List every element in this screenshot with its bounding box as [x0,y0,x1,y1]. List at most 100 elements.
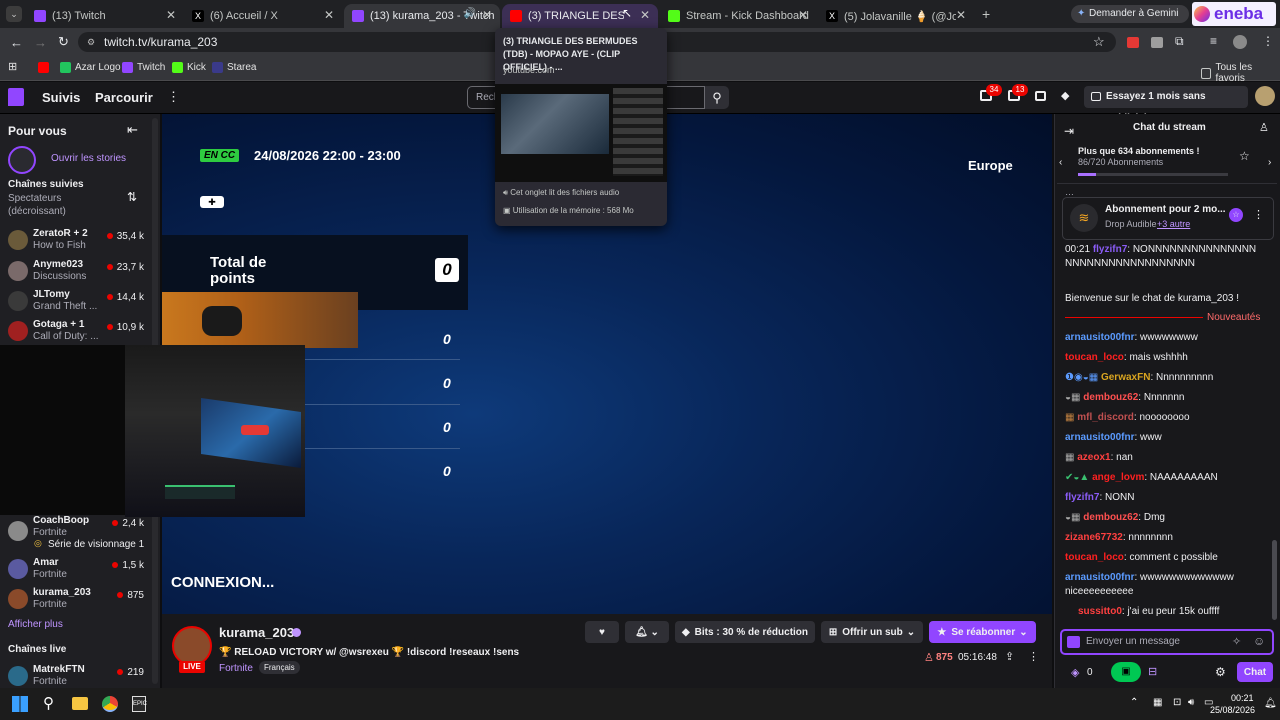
bits-discount-button[interactable]: ◆ Bits : 30 % de réduction [675,621,815,643]
new-tab-button[interactable]: + [982,6,990,22]
browser-menu-icon[interactable]: ⋮ [1262,34,1274,48]
collapse-sidebar-icon[interactable]: ⇤ [127,122,138,138]
more-options-icon[interactable]: ⋮ [1028,650,1039,663]
drop-menu-icon[interactable]: ⋮ [1253,208,1264,221]
notifications-bell-button[interactable]: 🔔︎ ⌄ [625,621,669,643]
resubscribe-button[interactable]: ★ Se réabonner ⌄ [929,621,1036,643]
sort-icon[interactable]: ⇅ [127,190,137,204]
network-icon[interactable]: ⊡ [1173,697,1181,708]
game-link[interactable]: Fortnite [219,663,253,674]
more-menu-icon[interactable]: ⋮ [167,89,180,105]
file-explorer-icon[interactable] [72,697,88,710]
notification-bell-icon[interactable]: 🔔︎ [1264,698,1277,709]
bookmark-twitch[interactable]: Twitch [122,62,165,73]
chevron-left-icon[interactable]: ‹ [1059,157,1062,168]
follow-heart-button[interactable]: ♥ [585,621,619,643]
taskbar-time[interactable]: 00:21 [1231,693,1254,703]
reading-list-icon[interactable]: ≡ [1210,34,1217,48]
whispers-icon[interactable] [1035,91,1046,101]
chat-username[interactable]: sussitto0 [1078,606,1122,617]
chat-username[interactable]: ange_lovm [1092,472,1144,483]
chat-username[interactable]: dembouz62 [1083,392,1138,403]
tab-jolavanille[interactable]: X (5) Jolavanille 🍦 (@JoLaVanille✕ [818,4,974,28]
tray-chevron-icon[interactable]: ⌃ [1130,697,1138,708]
chat-scrollbar[interactable] [1272,540,1277,620]
taskbar-date[interactable]: 25/08/2026 [1210,705,1255,715]
profile-avatar[interactable] [1233,35,1247,49]
star-icon[interactable]: ☆ [1239,149,1250,163]
bits-icon[interactable]: ◆ [1061,89,1069,102]
chat-username[interactable]: azeox1 [1077,452,1110,463]
chat-username[interactable]: flyzifn7 [1065,492,1099,503]
extension-icon-grey[interactable] [1151,37,1163,48]
site-info-icon[interactable]: ⚙ [87,32,95,52]
speaker-icon[interactable]: 🔊 [464,8,476,19]
tab-twitch[interactable]: (13) Twitch ✕ [26,4,184,28]
tab-search-button[interactable]: ⌄ [6,6,22,22]
extensions-puzzle-icon[interactable]: ⧉ [1175,34,1184,49]
tab-kick-dashboard[interactable]: Stream - Kick Dashboard ✕ [660,4,816,28]
bookmark-star-icon[interactable]: ☆ [1093,34,1105,50]
nav-following[interactable]: Suivis [42,90,80,105]
tab-youtube-bermudes[interactable]: (3) TRIANGLE DES BERMUDES ✕ [502,4,658,28]
chat-users-icon[interactable]: ♙ [1259,121,1269,134]
forward-icon[interactable]: → [34,35,47,50]
gift-sub-button[interactable]: ⊞ Offrir un sub ⌄ [821,621,923,643]
sidebar-channel[interactable]: JLTomy Grand Theft ... 14,4 k [8,289,148,319]
collapse-chat-icon[interactable]: ⇥ [1064,124,1074,138]
chat-username[interactable]: toucan_loco [1065,352,1124,363]
sidebar-channel[interactable]: CoachBoop Fortnite 2,4 k ◎ Série de visionna… [8,515,148,555]
streamer-avatar[interactable] [172,626,212,666]
chat-send-button[interactable]: Chat [1237,662,1273,682]
search-button[interactable]: ⚲ [705,86,729,109]
channel-points-icon[interactable]: ◈ [1071,666,1079,679]
user-avatar[interactable] [1255,86,1275,106]
drop-more-link[interactable]: +3 autre [1157,219,1190,229]
tab-x-home[interactable]: X (6) Accueil / X ✕ [184,4,342,28]
sparkle-icon[interactable]: ✧ [1232,635,1241,648]
close-icon[interactable]: ✕ [482,8,492,22]
drop-card[interactable]: ≋ Abonnement pour 2 mo... Drop Audible +… [1062,197,1274,240]
bookmark-youtube[interactable] [38,62,49,73]
chat-badge-icon[interactable] [1067,636,1080,648]
close-icon[interactable]: ✕ [166,8,176,22]
tab-kurama-twitch[interactable]: (13) kurama_203 - Twitch 🔊 ✕ [344,4,500,28]
all-favorites[interactable]: Tous les favoris [1201,62,1280,84]
nav-browse[interactable]: Parcourir [95,90,153,105]
chat-username[interactable]: mfl_discord [1077,412,1134,423]
channel-name[interactable]: kurama_203 [219,625,294,640]
close-icon[interactable]: ✕ [324,8,334,22]
chat-username[interactable]: arnausito00fnr [1065,332,1134,343]
sidebar-channel[interactable]: ZeratoR + 2 How to Fish 35,4 k [8,228,148,258]
stories-avatar[interactable] [8,146,36,174]
bookmark-kick[interactable]: Kick [172,62,206,73]
taskbar-search-icon[interactable]: ⚲ [43,694,54,712]
volume-icon[interactable]: 🔊︎ [1188,697,1194,708]
reload-icon[interactable]: ↻ [58,34,69,50]
epic-games-icon[interactable]: EPIC [132,696,147,712]
sidebar-channel[interactable]: kurama_203 Fortnite 875 [8,587,148,617]
chat-settings-icon[interactable]: ⚙ [1215,665,1226,679]
chat-username[interactable]: arnausito00fnr [1065,432,1134,443]
predictions-icon[interactable]: ⊟ [1148,665,1157,678]
bookmark-azar[interactable]: Azar Logo [60,62,121,73]
chrome-icon[interactable] [102,696,118,712]
chat-input[interactable]: Envoyer un message ✧ ☺ [1060,629,1274,655]
close-icon[interactable]: ✕ [640,8,650,22]
close-icon[interactable]: ✕ [798,8,808,22]
gift-claim-button[interactable]: ▣ [1111,662,1141,682]
language-tag[interactable]: Français [259,661,300,674]
share-icon[interactable]: ⇪ [1005,650,1014,663]
chat-username[interactable]: flyzifn7 [1093,244,1127,255]
extension-icon-red[interactable] [1127,37,1139,48]
twitch-logo-icon[interactable] [8,88,24,106]
bookmark-starea[interactable]: Starea [212,62,256,73]
chevron-right-icon[interactable]: › [1268,157,1271,168]
tray-app-icon[interactable]: ▦ [1153,697,1162,708]
chat-username[interactable]: arnausito00fnr [1065,572,1134,583]
show-more-link[interactable]: Afficher plus [8,619,63,630]
sidebar-channel[interactable]: Amar Fortnite 1,5 k [8,557,148,587]
windows-start-icon[interactable] [12,696,28,712]
close-icon[interactable]: ✕ [956,8,966,22]
chat-username[interactable]: dembouz62 [1083,512,1138,523]
